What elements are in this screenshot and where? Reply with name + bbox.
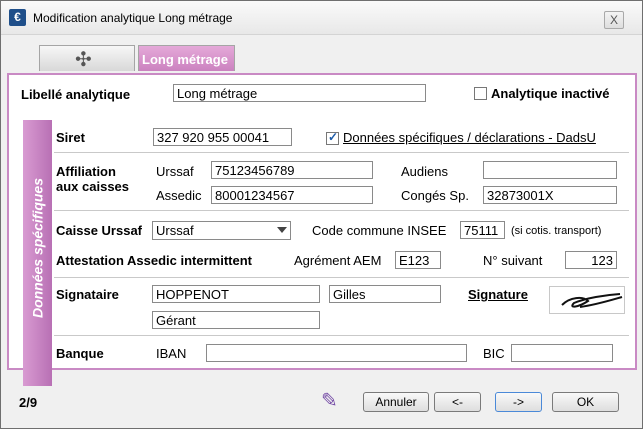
pencil-icon[interactable]: ✎ [321,388,338,413]
app-icon: € [9,9,26,26]
signature-link[interactable]: Signature [468,287,528,302]
affiliation-label-1: Affiliation [56,164,116,179]
libelle-label: Libellé analytique [21,87,131,102]
next-number-input[interactable]: 123 [565,251,617,269]
close-button[interactable]: X [604,11,624,29]
divider [54,335,629,336]
side-title: Données spécifiques [29,177,46,319]
ok-button[interactable]: OK [552,392,619,412]
caisse-value: Urssaf [156,223,194,238]
caisse-label: Caisse Urssaf [56,223,142,238]
audiens-label: Audiens [401,164,448,179]
cancel-button[interactable]: Annuler [363,392,429,412]
signataire-label: Signataire [56,287,119,302]
signature-drawing [561,293,623,308]
next-button[interactable]: -> [495,392,542,412]
inactive-checkbox[interactable] [474,87,487,100]
dadsu-label: Données spécifiques / déclarations - Dad… [343,130,596,145]
dadsu-checkbox[interactable] [326,130,339,145]
title-bar: € Modification analytique Long métrage X [1,1,642,35]
bic-label: BIC [483,346,505,361]
insee-input[interactable]: 75111 [460,221,505,239]
insee-label: Code commune INSEE [312,223,447,238]
previous-button[interactable]: <- [434,392,481,412]
tab-strip: ✣ Long métrage [7,43,636,73]
bank-label: Banque [56,346,104,361]
siret-input[interactable]: 327 920 955 00041 [153,128,292,146]
iban-input[interactable] [206,344,467,362]
audiens-input[interactable] [483,161,617,179]
form-panel: Libellé analytique Long métrage Analytiq… [7,73,637,386]
bic-input[interactable] [511,344,613,362]
tab-label: Long métrage [142,52,228,67]
aem-input[interactable]: E123 [395,251,441,269]
divider [54,210,629,211]
tool-icon: ✣ [75,49,92,71]
divider [54,277,629,278]
signataire-lastname-input[interactable]: HOPPENOT [152,285,320,303]
signature-image [549,286,625,314]
inactive-label: Analytique inactivé [491,86,610,101]
assedic-input[interactable]: 80001234567 [211,186,373,204]
side-panel: Données spécifiques [23,120,52,386]
caisse-select[interactable]: Urssaf [152,221,291,240]
tab-icon-settings[interactable]: ✣ [39,45,135,71]
urssaf-input[interactable]: 75123456789 [211,161,373,179]
tab-long-metrage[interactable]: Long métrage [138,45,235,71]
chevron-down-icon [277,227,287,233]
footer-bar: 2/9 ✎ Annuler <- -> OK [7,385,636,419]
affiliation-label-2: aux caisses [56,179,130,194]
conges-label: Congés Sp. [401,188,469,203]
next-number-label: N° suivant [483,253,543,268]
transport-note: (si cotis. transport) [511,225,602,237]
aem-label: Agrément AEM [294,253,382,268]
dialog-window: € Modification analytique Long métrage X… [0,0,643,429]
assedic-label: Assedic [156,188,202,203]
signataire-role-input[interactable]: Gérant [152,311,320,329]
window-title: Modification analytique Long métrage [33,11,233,25]
conges-input[interactable]: 32873001X [483,186,617,204]
urssaf-label: Urssaf [156,164,194,179]
attestation-label: Attestation Assedic intermittent [56,253,252,268]
siret-label: Siret [56,130,85,145]
page-indicator: 2/9 [19,395,38,410]
divider [54,152,629,153]
signataire-firstname-input[interactable]: Gilles [329,285,441,303]
libelle-input[interactable]: Long métrage [173,84,426,102]
iban-label: IBAN [156,346,187,361]
